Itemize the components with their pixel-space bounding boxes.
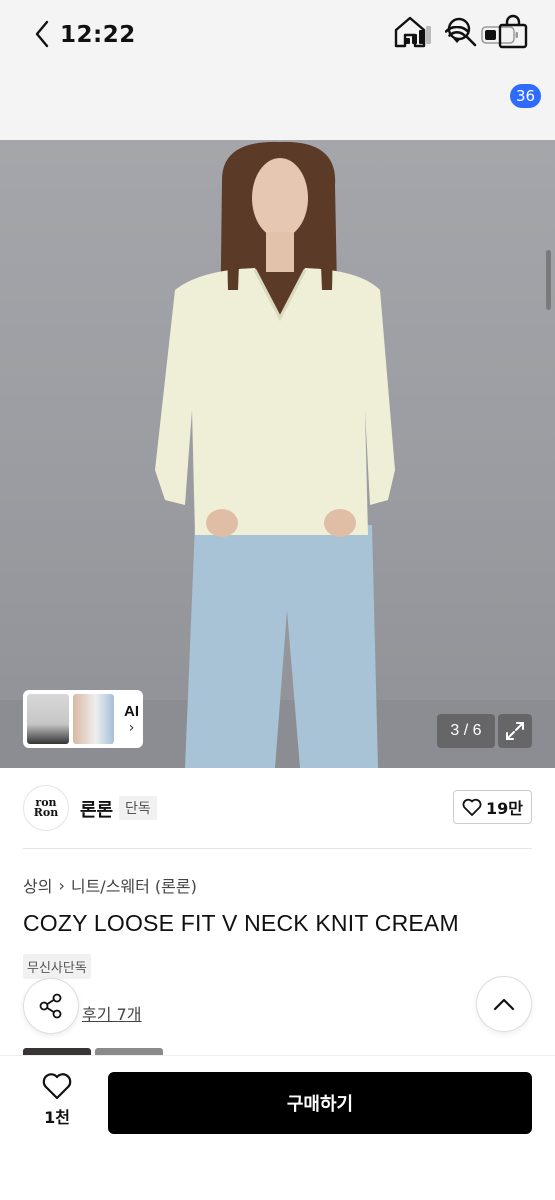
bottom-like-button[interactable]: 1천 <box>33 1072 81 1128</box>
exclusive-tag: 무신사단독 <box>23 954 91 979</box>
brand-name[interactable]: 론론 <box>80 796 113 822</box>
cart-count-badge: 36 <box>510 84 542 108</box>
expand-button[interactable] <box>498 714 532 748</box>
shopping-bag-icon <box>498 14 528 49</box>
chevron-right-icon: › <box>58 875 65 895</box>
breadcrumb-category[interactable]: 상의 <box>23 873 52 897</box>
scroll-top-button[interactable] <box>476 976 532 1032</box>
ai-label-wrap: AI › <box>124 703 139 736</box>
brand-logo-line2: Ron <box>33 806 59 819</box>
status-time: 12:22 <box>60 22 136 48</box>
search-icon <box>447 17 477 47</box>
expand-icon <box>506 722 524 740</box>
bottom-like-count: 1천 <box>44 1108 70 1127</box>
heart-icon <box>42 1073 72 1100</box>
ai-similar-button[interactable]: AI › <box>23 690 143 748</box>
image-page-counter: 3 / 6 <box>437 714 495 748</box>
brand-like-count: 19만 <box>486 799 523 818</box>
share-icon <box>39 993 62 1019</box>
product-image[interactable] <box>0 140 555 768</box>
ai-thumb-2 <box>72 694 114 744</box>
heart-icon <box>462 798 482 816</box>
brand-like-button[interactable]: 19만 <box>453 790 532 824</box>
share-button[interactable] <box>23 978 79 1034</box>
back-button[interactable] <box>22 14 62 54</box>
divider <box>23 848 532 849</box>
brand-logo[interactable]: ron Ron <box>23 785 69 831</box>
chevron-up-icon <box>493 998 515 1011</box>
ai-thumb-1 <box>27 694 69 744</box>
home-icon <box>394 16 426 48</box>
chevron-left-icon <box>35 20 49 48</box>
breadcrumb-subcategory[interactable]: 니트/스웨터 (론론) <box>71 873 197 897</box>
scrollbar-thumb[interactable] <box>546 250 551 310</box>
brand-exclusive-badge: 단독 <box>119 796 157 820</box>
search-button[interactable] <box>442 12 482 52</box>
product-photo <box>0 141 555 768</box>
cart-button[interactable] <box>494 12 534 52</box>
buy-button[interactable]: 구매하기 <box>108 1072 532 1134</box>
product-title: COZY LOOSE FIT V NECK KNIT CREAM <box>23 910 459 936</box>
breadcrumb: 상의 › 니트/스웨터 (론론) <box>23 873 197 897</box>
nav-bar <box>0 72 555 140</box>
chevron-right-icon: › <box>128 719 135 736</box>
ai-label: AI <box>124 702 139 720</box>
home-button[interactable] <box>390 12 430 52</box>
review-link[interactable]: 후기 7개 <box>82 1001 141 1025</box>
